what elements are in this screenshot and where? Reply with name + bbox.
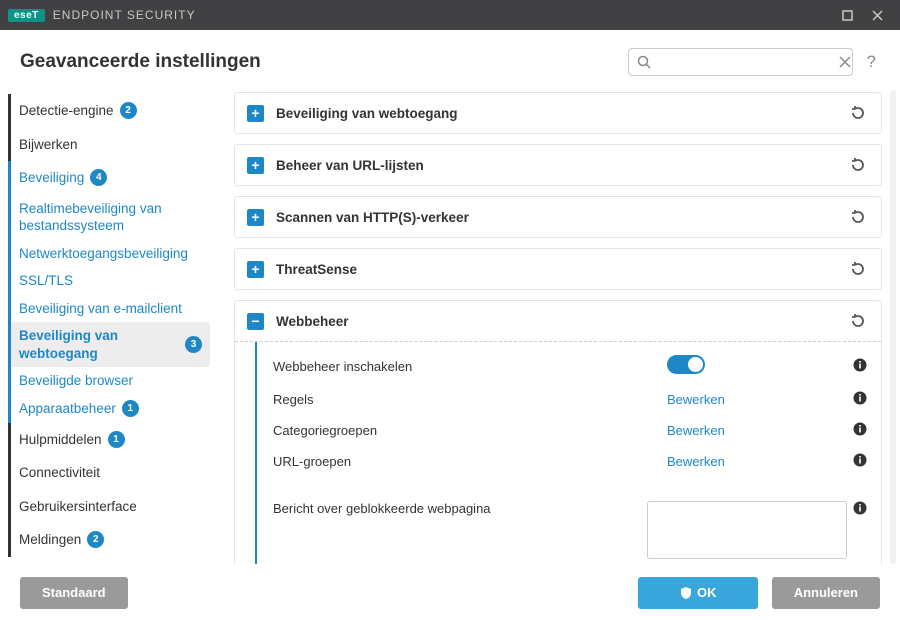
info-icon[interactable]	[847, 422, 867, 439]
row-catgroups: Categoriegroepen Bewerken	[257, 415, 881, 446]
revert-icon[interactable]	[847, 206, 869, 228]
clear-search-icon[interactable]	[839, 56, 851, 68]
row-enable-webbeheer: Webbeheer inschakelen	[257, 348, 881, 384]
badge: 2	[87, 531, 104, 548]
panel-webbeheer: − Webbeheer Webbeheer inschakelen Regels…	[234, 300, 882, 564]
badge: 1	[122, 400, 139, 417]
toggle-enable-webbeheer[interactable]	[667, 355, 705, 374]
sidebar-item-ui[interactable]: Gebruikersinterface	[8, 490, 210, 524]
panel-title: Beveiliging van webtoegang	[276, 106, 847, 121]
content-area: + Beveiliging van webtoegang + Beheer va…	[210, 90, 900, 564]
row-urlgroups: URL-groepen Bewerken	[257, 446, 881, 477]
sidebar-item-connectivity[interactable]: Connectiviteit	[8, 456, 210, 490]
window-maximize-icon[interactable]	[832, 0, 862, 30]
expand-plus-icon: +	[247, 105, 264, 122]
sidebar-item-protection[interactable]: Beveiliging4	[8, 161, 210, 195]
titlebar: eseT ENDPOINT SECURITY	[0, 0, 900, 30]
sidebar-item-email[interactable]: Beveiliging van e-mailclient	[8, 295, 210, 323]
cancel-button[interactable]: Annuleren	[772, 577, 880, 609]
expand-plus-icon: +	[247, 209, 264, 226]
badge: 2	[120, 102, 137, 119]
expand-plus-icon: +	[247, 261, 264, 278]
info-icon[interactable]	[847, 453, 867, 470]
panel-header-web-security[interactable]: + Beveiliging van webtoegang	[235, 93, 881, 133]
row-label: URL-groepen	[273, 454, 667, 469]
page-header: Geavanceerde instellingen ?	[0, 30, 900, 90]
info-icon[interactable]	[847, 358, 867, 375]
panel-title: Webbeheer	[276, 314, 847, 329]
app-title: ENDPOINT SECURITY	[53, 8, 196, 22]
revert-icon[interactable]	[847, 154, 869, 176]
info-icon[interactable]	[847, 501, 867, 518]
edit-urlgroups-link[interactable]: Bewerken	[667, 454, 725, 469]
badge: 1	[108, 431, 125, 448]
panel-title: Scannen van HTTP(S)-verkeer	[276, 210, 847, 225]
search-icon	[637, 55, 651, 69]
panel-https-scan: + Scannen van HTTP(S)-verkeer	[234, 196, 882, 238]
revert-icon[interactable]	[847, 258, 869, 280]
brand-badge: eseT	[8, 9, 45, 22]
panel-threatsense: + ThreatSense	[234, 248, 882, 290]
row-label: Bericht over geblokkeerde webpagina	[273, 501, 647, 516]
sidebar-item-notifications[interactable]: Meldingen2	[8, 523, 210, 557]
sidebar-item-device[interactable]: Apparaatbeheer1	[8, 395, 210, 423]
row-label: Categoriegroepen	[273, 423, 667, 438]
window-close-icon[interactable]	[862, 0, 892, 30]
row-block-message: Bericht over geblokkeerde webpagina	[257, 477, 881, 564]
help-icon[interactable]: ?	[863, 52, 880, 72]
sidebar-item-secure-browser[interactable]: Beveiligde browser	[8, 367, 210, 395]
panel-header-threatsense[interactable]: + ThreatSense	[235, 249, 881, 289]
panel-header-https-scan[interactable]: + Scannen van HTTP(S)-verkeer	[235, 197, 881, 237]
footer: Standaard OK Annuleren	[0, 564, 900, 620]
page-title: Geavanceerde instellingen	[20, 51, 628, 73]
sidebar-item-rtfs[interactable]: Realtimebeveiliging van bestandssysteem	[8, 195, 210, 240]
panel-web-security: + Beveiliging van webtoegang	[234, 92, 882, 134]
search-input[interactable]	[657, 55, 833, 70]
panel-title: Beheer van URL-lijsten	[276, 158, 847, 173]
row-rules: Regels Bewerken	[257, 384, 881, 415]
edit-rules-link[interactable]: Bewerken	[667, 392, 725, 407]
sidebar-item-tools[interactable]: Hulpmiddelen1	[8, 423, 210, 457]
row-label: Regels	[273, 392, 667, 407]
panel-title: ThreatSense	[276, 262, 847, 277]
sidebar: Detectie-engine2 Bijwerken Beveiliging4 …	[0, 90, 210, 564]
edit-catgroups-link[interactable]: Bewerken	[667, 423, 725, 438]
panel-header-url-lists[interactable]: + Beheer van URL-lijsten	[235, 145, 881, 185]
revert-icon[interactable]	[847, 310, 869, 332]
ok-button[interactable]: OK	[638, 577, 758, 609]
badge: 3	[185, 336, 202, 353]
shield-icon	[679, 586, 693, 600]
info-icon[interactable]	[847, 391, 867, 408]
badge: 4	[90, 169, 107, 186]
sidebar-item-webaccess[interactable]: Beveiliging van webtoegang3	[8, 322, 210, 367]
sidebar-item-network[interactable]: Netwerktoegangsbeveiliging	[8, 240, 210, 268]
panel-header-webbeheer[interactable]: − Webbeheer	[235, 301, 881, 342]
row-label: Webbeheer inschakelen	[273, 359, 667, 374]
block-message-textarea[interactable]	[647, 501, 847, 559]
revert-icon[interactable]	[847, 102, 869, 124]
panel-url-lists: + Beheer van URL-lijsten	[234, 144, 882, 186]
panel-body-webbeheer: Webbeheer inschakelen Regels Bewerken Ca…	[255, 342, 881, 564]
expand-plus-icon: +	[247, 157, 264, 174]
sidebar-item-update[interactable]: Bijwerken	[8, 128, 210, 162]
collapse-minus-icon: −	[247, 313, 264, 330]
search-box[interactable]	[628, 48, 853, 76]
sidebar-item-detection[interactable]: Detectie-engine2	[8, 94, 210, 128]
sidebar-item-ssltls[interactable]: SSL/TLS	[8, 267, 210, 295]
default-button[interactable]: Standaard	[20, 577, 128, 609]
